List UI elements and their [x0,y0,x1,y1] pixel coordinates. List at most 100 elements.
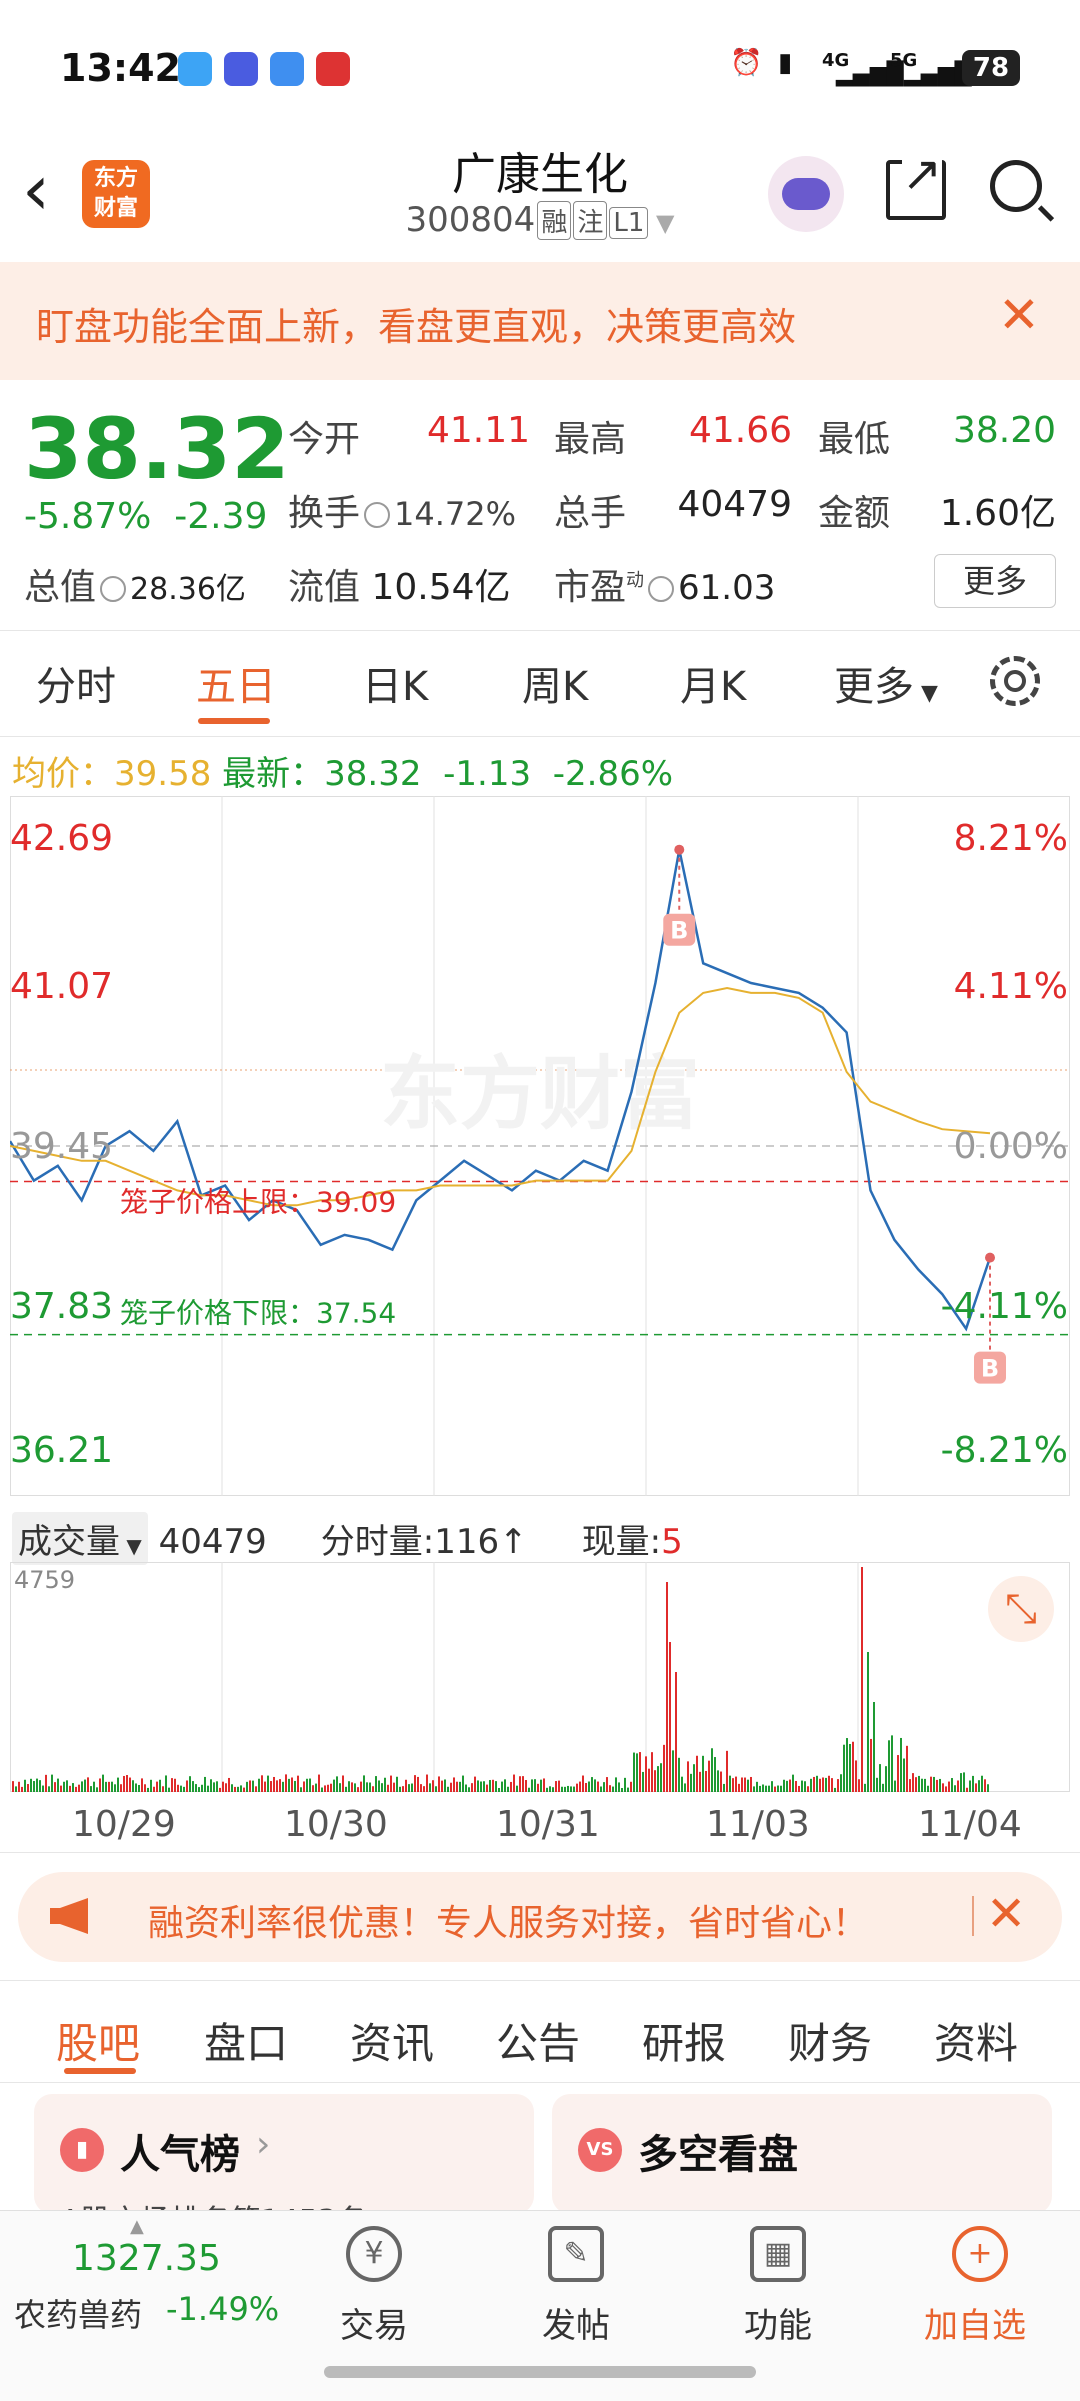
promo-close-icon[interactable]: ✕ [986,1886,1026,1942]
grid-icon[interactable]: ▦ [750,2226,806,2282]
volume-bar [516,1785,518,1792]
volume-bar [546,1787,548,1792]
tab-finance[interactable]: 财务 [788,2010,872,2071]
chart-labels: 42.69 8.21% 41.07 4.11% 39.45 0.00% 37.83 -4.11… [10,818,1068,1471]
volume-bar [24,1779,26,1792]
link-app-icon [270,52,304,86]
volume-bar [402,1786,404,1792]
mktcap-info-icon[interactable] [100,576,127,602]
five-day-chart[interactable]: 东方财富 B B 42.69 8.21% 41.07 4.11% 39.45 0.00% 37… [10,796,1070,1496]
volume-bar [144,1784,146,1792]
pe-info-icon[interactable] [648,576,675,602]
tab-monthly-k[interactable]: 月K [680,654,746,712]
turnover-info-icon[interactable] [364,502,391,528]
volume-bar [936,1779,938,1792]
volume-bar [384,1777,386,1792]
volume-bar [126,1775,128,1792]
volume-bar [663,1744,665,1792]
tab-news[interactable]: 资讯 [350,2010,434,2071]
bull-bear-card[interactable] [552,2094,1052,2214]
volume-bar [105,1781,107,1792]
buy-marker-label: B [981,1355,999,1383]
volume-bar [276,1780,278,1792]
tab-guba[interactable]: 股吧 [56,2010,140,2071]
tab-daily-k[interactable]: 日K [362,654,428,712]
volume-bar [366,1782,368,1792]
home-indicator[interactable] [324,2366,756,2378]
volume-bar [534,1779,536,1792]
gear-icon[interactable] [990,656,1040,706]
volume-bar [579,1781,581,1792]
tab-research[interactable]: 研报 [642,2010,726,2071]
tab-more[interactable]: 更多 ▼ [834,654,938,712]
tab-announcements[interactable]: 公告 [496,2010,580,2071]
cage-upper-label: 笼子价格上限：39.09 [120,1186,396,1219]
volume-bar [36,1778,38,1792]
chevron-up-icon[interactable]: ▲ [130,2216,144,2237]
volume-bar [831,1778,833,1792]
volume-bar [666,1582,668,1792]
tab-weekly-k[interactable]: 周K [522,654,588,712]
volume-bar [183,1786,185,1792]
volume-bar [120,1784,122,1792]
index-change[interactable]: -1.49% [166,2290,279,2328]
nav-trade[interactable]: 交易 [340,2298,408,2347]
volume-bar [561,1786,563,1792]
tag-level: L1 [609,207,649,239]
volume-selector[interactable]: 成交量 ▼ [12,1512,148,1565]
volume-bar [324,1785,326,1792]
expand-icon[interactable]: ⤡ [988,1576,1054,1642]
dropdown-icon[interactable]: ▼ [648,209,674,237]
ai-assistant-icon[interactable] [768,156,844,232]
volume-bar [762,1784,764,1792]
volume-bar [351,1782,353,1792]
banner-close-icon[interactable]: ✕ [998,286,1040,344]
edit-icon[interactable]: ✎ [548,2226,604,2282]
tab-intraday[interactable]: 分时 [36,654,116,712]
volume-bar [753,1786,755,1792]
back-icon[interactable]: ‹ [22,150,82,230]
share-icon[interactable] [886,146,946,220]
stock-code-row[interactable]: 300804 融注 L1 ▼ [340,200,740,240]
volume-bar [210,1779,212,1792]
volume-bar [396,1776,398,1792]
volume-bar [723,1783,725,1792]
tab-five-day[interactable]: 五日 [196,654,276,712]
volume-bar [414,1775,416,1792]
volume-bar [741,1777,743,1792]
volume-bar [780,1785,782,1792]
index-value[interactable]: 1327.35 [72,2238,221,2279]
avg-price-row: 均价：39.58 最新：38.32 -1.13 -2.86% [12,746,673,795]
volume-bar [792,1774,794,1792]
add-icon[interactable]: + [952,2226,1008,2282]
nav-functions[interactable]: 功能 [744,2298,812,2347]
volume-bar [573,1786,575,1792]
promo-text: 融资利率很优惠！专人服务对接，省时省心！ [148,1903,869,1944]
volume-bar [711,1748,713,1792]
volume-bar [801,1780,803,1792]
more-quote-button[interactable]: 更多 [934,554,1056,608]
volume-bar [672,1750,674,1792]
vs-icon: VS [578,2128,622,2172]
volume-bar [627,1787,629,1792]
volume-bar [957,1780,959,1792]
volume-bar [813,1776,815,1792]
volume-bar [906,1745,908,1792]
volume-bar [645,1756,647,1792]
search-icon[interactable] [990,160,1042,212]
volume-bar [207,1785,209,1792]
nav-add-watchlist[interactable]: 加自选 [924,2298,1026,2347]
volume-bar [885,1766,887,1792]
nav-post[interactable]: 发帖 [542,2298,610,2347]
tab-profile[interactable]: 资料 [934,2010,1018,2071]
volume-bar [168,1787,170,1792]
tab-order-book[interactable]: 盘口 [204,2010,288,2071]
volume-bar [642,1771,644,1792]
trade-icon[interactable]: ¥ [346,2226,402,2282]
volume-bar [513,1774,515,1792]
app-logo: 东方 财富 [82,160,150,228]
volume-label: 总手 [554,493,627,534]
volume-bar [882,1783,884,1792]
index-name[interactable]: 农药兽药 [14,2290,142,2336]
volume-bar [717,1770,719,1792]
